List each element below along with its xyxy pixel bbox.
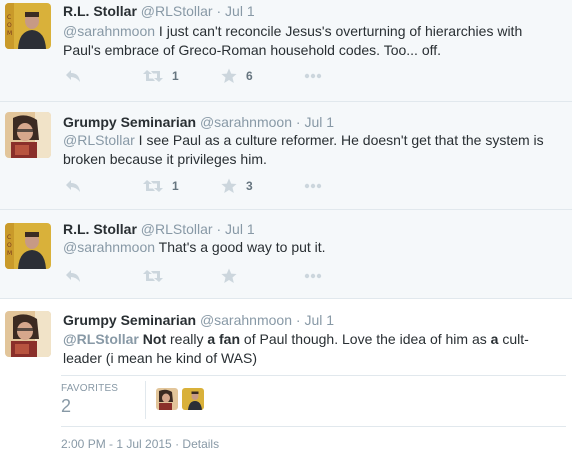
- tweet-text: @RLStollar I see Paul as a culture refor…: [63, 131, 563, 169]
- svg-text:C: C: [7, 234, 11, 241]
- mention-link[interactable]: @RLStollar: [63, 331, 139, 347]
- text-part: really: [166, 331, 208, 347]
- tweet-date[interactable]: Jul 1: [225, 221, 255, 237]
- tweet-footer: 2:00 PM - 1 Jul 2015 · Details: [61, 437, 219, 451]
- more-dots-icon: [304, 273, 322, 279]
- author-handle[interactable]: @RLStollar: [141, 3, 213, 19]
- mention-link[interactable]: @RLStollar: [63, 132, 135, 148]
- avatar[interactable]: C O M: [5, 223, 51, 269]
- bold-text: Not: [142, 331, 167, 347]
- divider: [145, 381, 146, 419]
- star-icon: [221, 68, 237, 83]
- retweet-button[interactable]: 1: [143, 67, 179, 85]
- avatar[interactable]: C O M: [5, 3, 51, 49]
- reply-icon: [66, 180, 80, 192]
- tweet-header: R.L. Stollar @RLStollar · Jul 1: [63, 220, 255, 238]
- favorite-button[interactable]: 3: [221, 177, 253, 195]
- more-button[interactable]: [304, 267, 322, 285]
- svg-text:O: O: [7, 242, 12, 249]
- author-name[interactable]: Grumpy Seminarian: [63, 312, 196, 328]
- favorite-count: 3: [246, 179, 253, 193]
- more-dots-icon: [304, 73, 322, 79]
- reply-button[interactable]: [65, 67, 81, 85]
- favorites-count[interactable]: 2: [61, 396, 71, 417]
- retweet-icon: [143, 180, 163, 192]
- favorites-label: FAVORITES: [61, 383, 119, 394]
- separator-dot: ·: [216, 221, 222, 237]
- details-link[interactable]: Details: [182, 437, 219, 451]
- reply-button[interactable]: [65, 267, 81, 285]
- tweet-text: @sarahnmoon That's a good way to put it.: [63, 238, 563, 257]
- tweet-date[interactable]: Jul 1: [304, 114, 334, 130]
- separator-dot: ·: [295, 114, 301, 130]
- retweet-icon: [143, 70, 163, 82]
- favoriter-avatar[interactable]: [182, 388, 204, 410]
- separator-dot: ·: [295, 312, 301, 328]
- tweet-text: @RLStollar Not really a fan of Paul thou…: [63, 330, 563, 368]
- mention-link[interactable]: @sarahnmoon: [63, 23, 155, 39]
- divider: [61, 375, 566, 376]
- mention-link[interactable]: @sarahnmoon: [63, 239, 155, 255]
- svg-text:M: M: [7, 250, 12, 257]
- reply-icon: [66, 70, 80, 82]
- more-button[interactable]: [304, 177, 322, 195]
- tweet-date[interactable]: Jul 1: [304, 312, 334, 328]
- favorite-button[interactable]: [221, 267, 237, 285]
- retweet-count: 1: [172, 179, 179, 193]
- text-part: of Paul though. Love the idea of him as: [240, 331, 491, 347]
- svg-text:M: M: [7, 30, 12, 37]
- separator-dot: ·: [216, 3, 222, 19]
- divider: [0, 298, 572, 299]
- svg-text:O: O: [7, 22, 12, 29]
- author-handle[interactable]: @RLStollar: [141, 221, 213, 237]
- author-handle[interactable]: @sarahnmoon: [200, 114, 292, 130]
- svg-text:C: C: [7, 14, 11, 21]
- retweet-icon: [143, 270, 163, 282]
- avatar[interactable]: [5, 311, 51, 357]
- bold-text: a fan: [207, 331, 241, 347]
- more-dots-icon: [304, 183, 322, 189]
- author-name[interactable]: Grumpy Seminarian: [63, 114, 196, 130]
- star-icon: [221, 268, 237, 283]
- star-icon: [221, 178, 237, 193]
- tweet-header: R.L. Stollar @RLStollar · Jul 1: [63, 2, 255, 20]
- more-button[interactable]: [304, 67, 322, 85]
- tweet-text: @sarahnmoon I just can't reconcile Jesus…: [63, 22, 563, 60]
- favoriter-avatar[interactable]: [156, 388, 178, 410]
- retweet-button[interactable]: [143, 267, 163, 285]
- tweet-text-content: That's a good way to put it.: [155, 239, 326, 255]
- reply-icon: [66, 270, 80, 282]
- author-name[interactable]: R.L. Stollar: [63, 3, 137, 19]
- favorite-button[interactable]: 6: [221, 67, 253, 85]
- tweet-text-content: I see Paul as a culture reformer. He doe…: [63, 132, 544, 167]
- avatar[interactable]: [5, 112, 51, 158]
- reply-button[interactable]: [65, 177, 81, 195]
- retweet-button[interactable]: 1: [143, 177, 179, 195]
- tweet-timestamp: 2:00 PM - 1 Jul 2015: [61, 437, 172, 451]
- divider: [61, 426, 566, 427]
- retweet-count: 1: [172, 69, 179, 83]
- tweet-header: Grumpy Seminarian @sarahnmoon · Jul 1: [63, 311, 334, 329]
- author-handle[interactable]: @sarahnmoon: [200, 312, 292, 328]
- separator-dot: ·: [175, 437, 180, 451]
- author-name[interactable]: R.L. Stollar: [63, 221, 137, 237]
- tweet-date[interactable]: Jul 1: [225, 3, 255, 19]
- favorite-count: 6: [246, 69, 253, 83]
- tweet-header: Grumpy Seminarian @sarahnmoon · Jul 1: [63, 113, 334, 131]
